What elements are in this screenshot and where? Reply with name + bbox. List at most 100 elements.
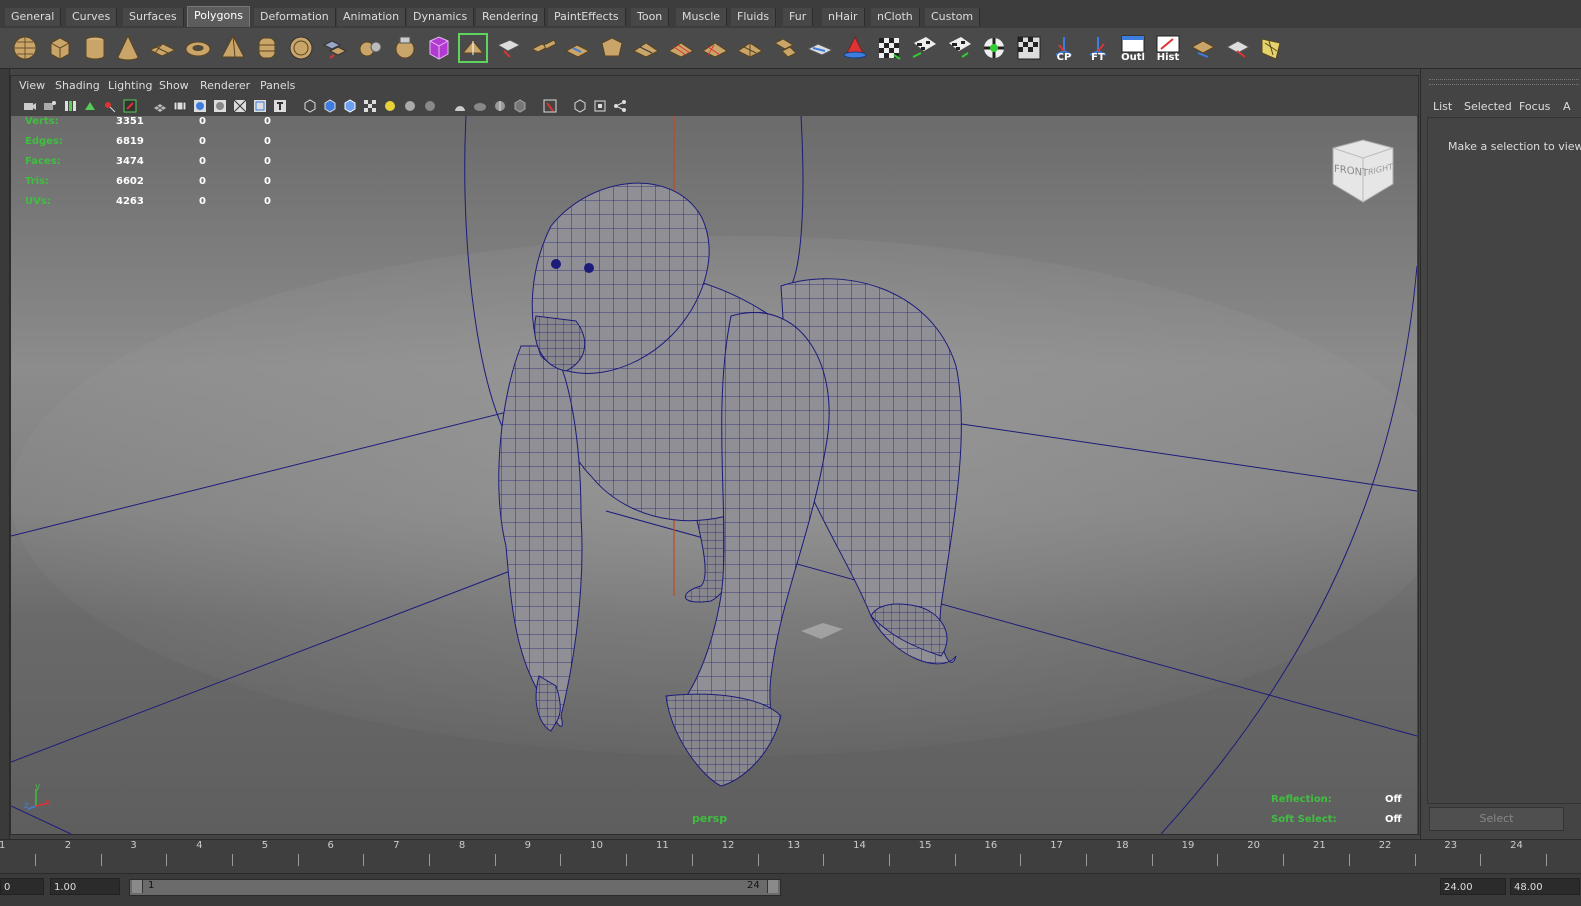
playback-start-field[interactable]: 1.00 bbox=[50, 878, 120, 895]
shelf-tab-polygons[interactable]: Polygons bbox=[187, 6, 250, 27]
outliner-button[interactable]: Outl bbox=[1118, 33, 1148, 63]
offset-edge-loop-icon[interactable] bbox=[700, 33, 730, 63]
range-slider-left-handle[interactable] bbox=[132, 880, 143, 893]
poly-plane-icon[interactable] bbox=[147, 33, 177, 63]
insert-edge-loop-icon[interactable] bbox=[666, 33, 696, 63]
screen-space-ao-icon[interactable] bbox=[423, 99, 437, 113]
view-cube[interactable]: FRONT RIGHT bbox=[1329, 138, 1397, 206]
append-polygon-icon[interactable] bbox=[563, 33, 593, 63]
camera-attributes-icon[interactable] bbox=[43, 99, 57, 113]
range-slider[interactable]: 1 24 bbox=[129, 879, 781, 896]
shelf-tab-fur[interactable]: Fur bbox=[783, 8, 814, 26]
menu-lighting[interactable]: Lighting bbox=[108, 79, 152, 92]
animation-end-field[interactable]: 48.00 bbox=[1510, 878, 1580, 895]
use-all-lights-icon[interactable] bbox=[383, 99, 397, 113]
shelf-tab-muscle[interactable]: Muscle bbox=[676, 8, 728, 26]
fill-hole-icon[interactable] bbox=[597, 33, 627, 63]
tab-attributes[interactable]: A bbox=[1563, 100, 1571, 113]
planar-mapping-icon[interactable] bbox=[909, 33, 939, 63]
playback-end-field[interactable]: 24.00 bbox=[1440, 878, 1506, 895]
shelf-tab-fluids[interactable]: Fluids bbox=[731, 8, 777, 26]
uv-layout-icon[interactable] bbox=[1188, 33, 1218, 63]
poly-cube-icon[interactable] bbox=[45, 33, 75, 63]
chamfer-vertex-icon[interactable] bbox=[770, 33, 800, 63]
shelf-tab-custom[interactable]: Custom bbox=[925, 8, 981, 26]
share-icon[interactable] bbox=[613, 99, 627, 113]
image-plane-icon[interactable] bbox=[83, 99, 97, 113]
textured-icon[interactable] bbox=[363, 99, 377, 113]
uv-snapshot-icon[interactable] bbox=[874, 33, 904, 63]
shelf-tab-painteffects[interactable]: PaintEffects bbox=[548, 8, 626, 26]
depth-of-field-icon[interactable] bbox=[493, 99, 507, 113]
shelf-tab-rendering[interactable]: Rendering bbox=[476, 8, 546, 26]
xray-components-icon[interactable] bbox=[593, 99, 607, 113]
automatic-mapping-icon[interactable] bbox=[979, 33, 1009, 63]
tab-focus[interactable]: Focus bbox=[1519, 100, 1550, 113]
poly-sphere-icon[interactable] bbox=[10, 33, 40, 63]
extract-icon[interactable] bbox=[390, 33, 420, 63]
resolution-gate-icon[interactable] bbox=[193, 99, 207, 113]
gate-mask-icon[interactable] bbox=[213, 99, 227, 113]
shadows-icon[interactable] bbox=[403, 99, 417, 113]
history-button[interactable]: Hist bbox=[1153, 33, 1183, 63]
shelf-tab-surfaces[interactable]: Surfaces bbox=[123, 8, 184, 26]
wireframe-on-shaded-icon[interactable] bbox=[343, 99, 357, 113]
transfer-attributes-icon[interactable] bbox=[1223, 33, 1253, 63]
shelf-tab-curves[interactable]: Curves bbox=[66, 8, 118, 26]
shelf-tab-toon[interactable]: Toon bbox=[631, 8, 670, 26]
multisample-aa-icon[interactable] bbox=[473, 99, 487, 113]
cylindrical-mapping-icon[interactable] bbox=[944, 33, 974, 63]
animation-start-field[interactable]: 0 bbox=[0, 878, 44, 895]
uv-texture-editor-icon[interactable] bbox=[1014, 33, 1044, 63]
ft-button[interactable]: FT bbox=[1083, 33, 1113, 63]
combine-icon[interactable] bbox=[320, 33, 350, 63]
shelf-tab-deformation[interactable]: Deformation bbox=[254, 8, 336, 26]
menu-view[interactable]: View bbox=[19, 79, 45, 92]
shelf-tab-general[interactable]: General bbox=[5, 8, 62, 26]
poly-prism-icon[interactable] bbox=[252, 33, 282, 63]
field-chart-icon[interactable] bbox=[233, 99, 247, 113]
shelf-tab-nhair[interactable]: nHair bbox=[822, 8, 865, 26]
xray-icon[interactable] bbox=[543, 99, 557, 113]
sculpt-tool-icon[interactable] bbox=[840, 33, 870, 63]
motion-blur-icon[interactable] bbox=[453, 99, 467, 113]
grid-icon[interactable] bbox=[153, 99, 167, 113]
film-gate-icon[interactable] bbox=[173, 99, 187, 113]
xray-joints-icon[interactable] bbox=[573, 99, 587, 113]
time-slider[interactable]: 1 2 3 4 5 6 7 8 9 10 11 12 13 14 15 16 17 18 19 20 21 22 23 24 bbox=[0, 839, 1581, 874]
poly-cone-icon[interactable] bbox=[113, 33, 143, 63]
two-d-pan-zoom-icon[interactable] bbox=[103, 99, 117, 113]
menu-shading[interactable]: Shading bbox=[55, 79, 100, 92]
split-polygon-icon[interactable] bbox=[631, 33, 661, 63]
bridge-icon[interactable] bbox=[529, 33, 559, 63]
tab-list[interactable]: List bbox=[1433, 100, 1452, 113]
menu-show[interactable]: Show bbox=[159, 79, 189, 92]
poly-cylinder-icon[interactable] bbox=[80, 33, 110, 63]
range-slider-right-handle[interactable] bbox=[767, 880, 778, 893]
isolate-select-icon[interactable] bbox=[513, 99, 527, 113]
add-divisions-icon[interactable] bbox=[735, 33, 765, 63]
menu-panels[interactable]: Panels bbox=[260, 79, 295, 92]
extrude-icon[interactable] bbox=[494, 33, 524, 63]
menu-renderer[interactable]: Renderer bbox=[200, 79, 250, 92]
safe-title-icon[interactable] bbox=[273, 99, 287, 113]
select-camera-icon[interactable] bbox=[23, 99, 37, 113]
cp-button[interactable]: CP bbox=[1049, 33, 1079, 63]
shelf-tab-ncloth[interactable]: nCloth bbox=[871, 8, 920, 26]
wedge-face-icon[interactable] bbox=[805, 33, 835, 63]
shelf-tab-dynamics[interactable]: Dynamics bbox=[407, 8, 475, 26]
grease-pencil-icon[interactable] bbox=[123, 99, 137, 113]
panel-drag-handle[interactable] bbox=[1429, 79, 1579, 85]
smooth-proxy-icon[interactable] bbox=[424, 33, 454, 63]
perspective-viewport[interactable]: y x z FRONT RIGHT Verts: 3351 0 0 Edges: 681… bbox=[11, 116, 1417, 834]
separate-icon[interactable] bbox=[356, 33, 386, 63]
poly-torus-icon[interactable] bbox=[183, 33, 213, 63]
safe-action-icon[interactable] bbox=[253, 99, 267, 113]
smooth-shade-icon[interactable] bbox=[323, 99, 337, 113]
tab-selected[interactable]: Selected bbox=[1464, 100, 1512, 113]
poly-pyramid-icon[interactable] bbox=[218, 33, 248, 63]
mirror-geometry-icon[interactable] bbox=[458, 33, 488, 63]
cut-faces-icon[interactable] bbox=[1257, 33, 1287, 63]
shelf-tab-animation[interactable]: Animation bbox=[337, 8, 407, 26]
bookmark-icon[interactable] bbox=[63, 99, 77, 113]
